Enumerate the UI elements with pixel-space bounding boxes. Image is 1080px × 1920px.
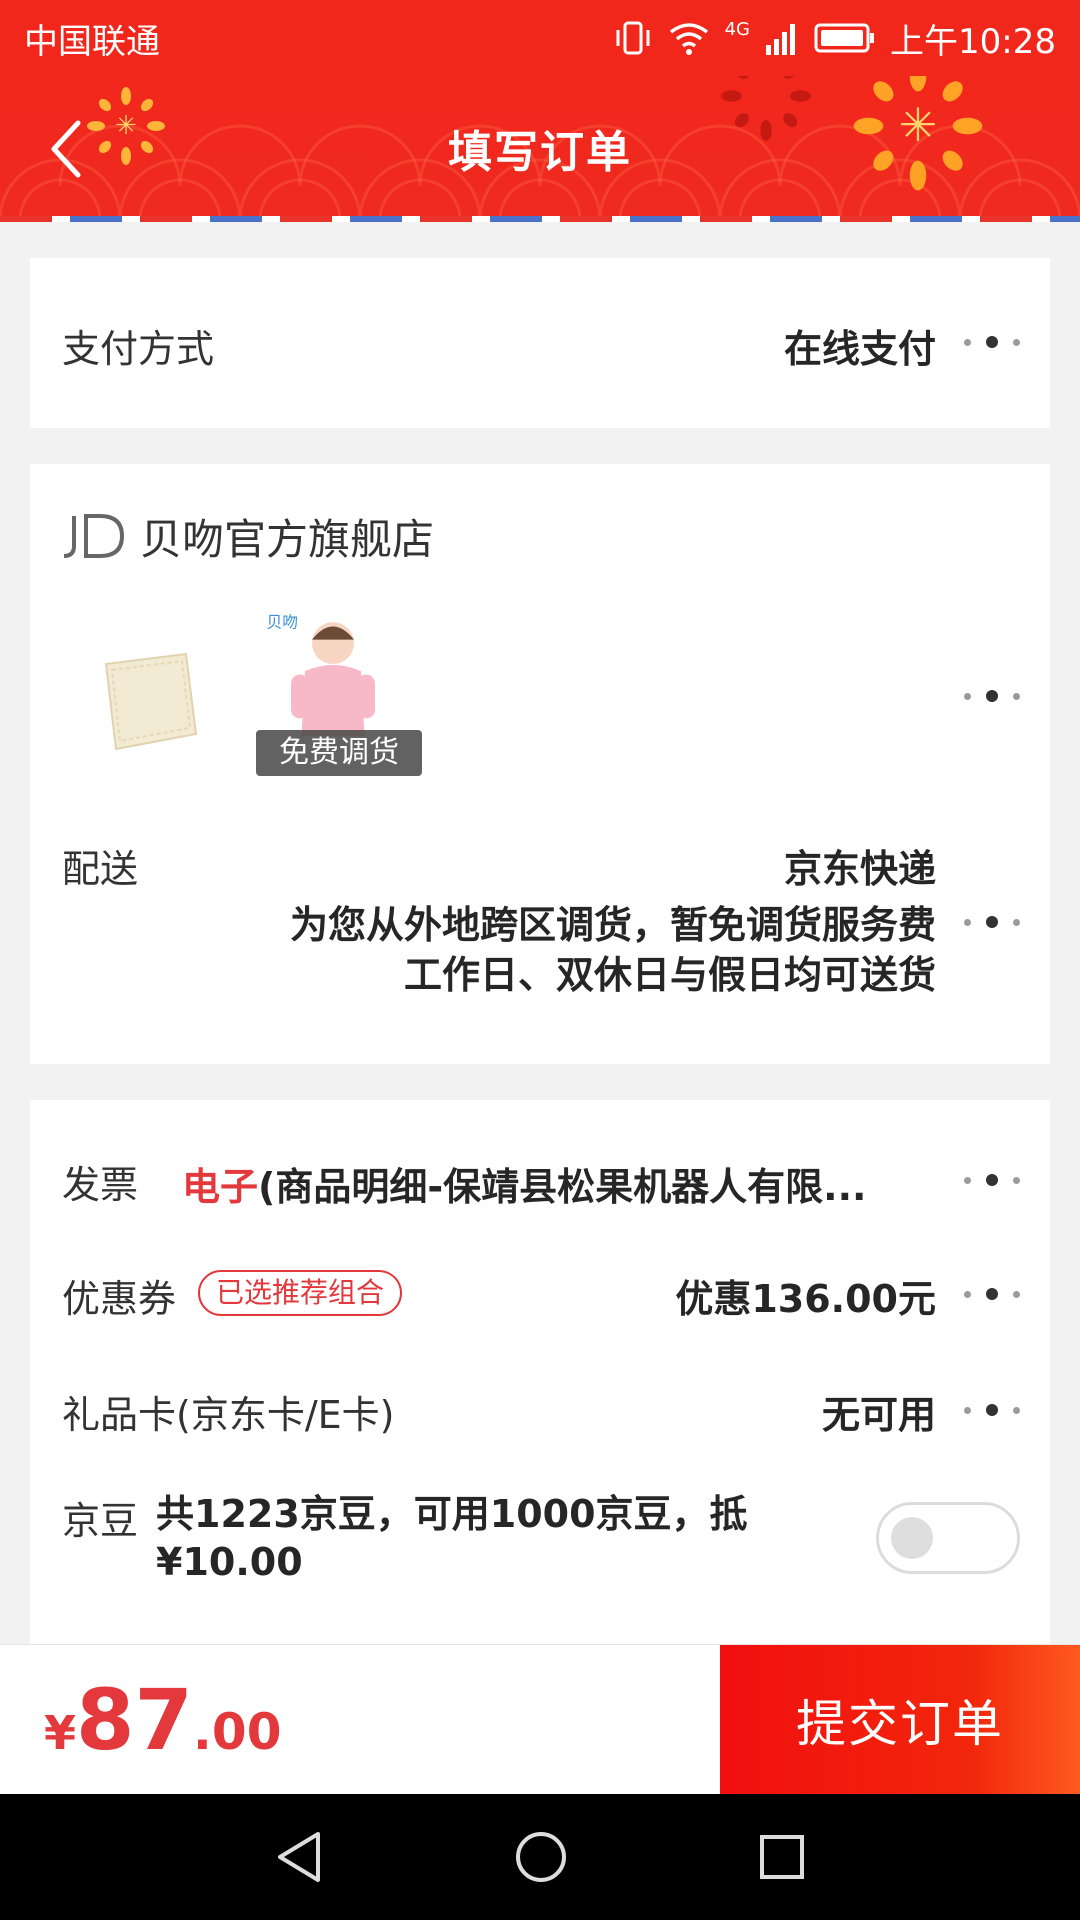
- jd-logo-icon: [63, 514, 125, 558]
- clock-label: 上午10:28: [890, 21, 1056, 62]
- invoice-value: 电子(商品明细-保靖县松果机器人有限...: [182, 1156, 936, 1211]
- total-price: ¥87.00: [44, 1671, 282, 1769]
- beans-row: 京豆 共1223京豆，可用1000京豆，抵 ¥10.00: [30, 1490, 1050, 1600]
- header: ✳ ✳ 填写订单: [0, 76, 1080, 220]
- address-stripe: [0, 216, 1080, 222]
- price-currency: ¥: [44, 1706, 77, 1760]
- coupon-value: 优惠136.00元: [675, 1277, 936, 1321]
- gift-card-value: 无可用: [821, 1393, 936, 1437]
- payment-card[interactable]: 支付方式 在线支付: [30, 258, 1050, 428]
- invoice-row[interactable]: 发票 电子(商品明细-保靖县松果机器人有限...: [30, 1140, 1050, 1220]
- signal-icon: [766, 24, 796, 55]
- price-integer: 87: [76, 1671, 193, 1769]
- gift-card-row[interactable]: 礼品卡(京东卡/E卡) 无可用: [30, 1370, 1050, 1450]
- product-tag: 免费调货: [256, 730, 422, 776]
- page-title: 填写订单: [448, 127, 632, 178]
- payment-label: 支付方式: [62, 327, 215, 371]
- more-icon: [964, 1284, 1020, 1304]
- more-icon[interactable]: [964, 686, 1020, 706]
- submit-order-button[interactable]: 提交订单: [720, 1645, 1080, 1795]
- order-options-card: 发票 电子(商品明细-保靖县松果机器人有限... 优惠券 已选推荐组合 优惠13…: [30, 1100, 1050, 1644]
- vibrate-icon: [616, 21, 650, 55]
- network-type-label: 4G: [724, 18, 751, 40]
- invoice-label: 发票: [62, 1163, 139, 1207]
- gift-card-label: 礼品卡(京东卡/E卡): [62, 1393, 395, 1437]
- nav-back-icon[interactable]: [274, 1830, 324, 1884]
- product-brand-mark: 贝吻: [267, 612, 299, 631]
- beans-line2: ¥10.00: [156, 1540, 303, 1584]
- product-image-towel[interactable]: [76, 624, 216, 774]
- checkout-bar: ¥87.00 提交订单: [0, 1644, 1080, 1795]
- more-icon[interactable]: [964, 912, 1020, 932]
- nav-home-icon[interactable]: [514, 1830, 568, 1884]
- more-icon: [964, 1400, 1020, 1420]
- beans-text: 共1223京豆，可用1000京豆，抵 ¥10.00: [156, 1490, 796, 1586]
- beans-label: 京豆: [62, 1499, 139, 1543]
- coupon-row[interactable]: 优惠券 已选推荐组合 优惠136.00元: [30, 1254, 1050, 1334]
- delivery-label: 配送: [62, 847, 139, 891]
- shop-card: 贝吻官方旗舰店 贝吻 免费调货 配送 京东快递 为您从外地跨区调货，暂免调货服务…: [30, 464, 1050, 1064]
- wifi-icon: [669, 23, 708, 55]
- invoice-detail: (商品明细-保靖县松果机器人有限...: [258, 1165, 867, 1209]
- invoice-type: 电子: [182, 1165, 259, 1209]
- price-decimal: .00: [192, 1703, 282, 1761]
- system-nav-bar: [0, 1794, 1080, 1920]
- delivery-note-line1: 为您从外地跨区调货，暂免调货服务费: [289, 903, 936, 947]
- status-icons: 4G 上午10:28: [613, 14, 1056, 63]
- payment-value: 在线支付: [783, 327, 936, 371]
- more-icon: [964, 1170, 1020, 1190]
- delivery-note: 为您从外地跨区调货，暂免调货服务费 工作日、双休日与假日均可送货: [290, 900, 936, 1000]
- more-icon: [964, 332, 1020, 352]
- status-bar: 中国联通 4G 上午10:28: [0, 0, 1080, 76]
- delivery-carrier: 京东快递: [783, 847, 936, 891]
- shop-name: 贝吻官方旗舰店: [140, 515, 435, 564]
- carrier-label: 中国联通: [24, 21, 160, 62]
- coupon-label: 优惠券: [62, 1277, 177, 1321]
- beans-toggle[interactable]: [876, 1502, 1020, 1574]
- battery-icon: [814, 23, 875, 53]
- delivery-note-line2: 工作日、双休日与假日均可送货: [403, 953, 936, 997]
- beans-line1: 共1223京豆，可用1000京豆，抵: [156, 1492, 748, 1536]
- coupon-badge: 已选推荐组合: [198, 1270, 403, 1316]
- toggle-knob: [891, 1517, 933, 1559]
- nav-recents-icon[interactable]: [758, 1833, 806, 1881]
